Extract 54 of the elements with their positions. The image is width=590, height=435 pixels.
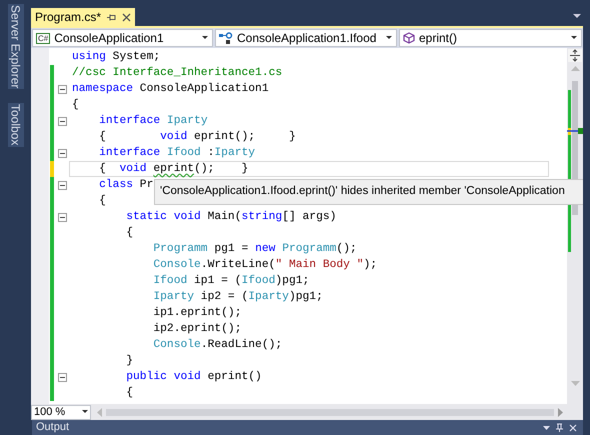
side-tab[interactable]: Toolbox bbox=[8, 103, 24, 147]
code-line: static void Main(string[] args) bbox=[125, 210, 338, 225]
code-line: using System; bbox=[71, 50, 162, 65]
dropdown-icon[interactable] bbox=[543, 426, 550, 430]
code-line: Console.ReadLine(); bbox=[152, 338, 284, 353]
code-line: ip2.eprint(); bbox=[152, 322, 242, 337]
caret-icon bbox=[571, 36, 577, 40]
dropdown-value: eprint() bbox=[419, 32, 458, 44]
navigation-dropdown[interactable]: C# ConsoleApplication1 bbox=[32, 29, 213, 47]
caret-icon bbox=[82, 410, 88, 414]
code-line: public void eprint() bbox=[125, 370, 263, 385]
navigation-dropdown[interactable]: ConsoleApplication1.Ifood bbox=[215, 29, 397, 47]
code-line: { void eprint(); } bbox=[98, 130, 297, 145]
code-line: { bbox=[98, 194, 107, 209]
panel-title: Output bbox=[36, 421, 70, 434]
code-line: } bbox=[125, 354, 134, 369]
collapse-icon[interactable] bbox=[58, 372, 66, 382]
code-line: class Pr bbox=[98, 178, 154, 193]
close-icon[interactable] bbox=[122, 12, 132, 22]
code-line: Console.WriteLine(" Main Body "); bbox=[152, 258, 378, 273]
document-tab[interactable]: Program.cs* bbox=[31, 8, 136, 26]
collapse-icon[interactable] bbox=[58, 212, 66, 222]
code-line: Ifood ip1 = (Ifood)pg1; bbox=[152, 274, 310, 289]
code-line: interface Ifood :Iparty bbox=[98, 146, 256, 161]
dropdown-value: ConsoleApplication1 bbox=[54, 32, 165, 44]
code-line: Iparty ip2 = (Iparty)pg1; bbox=[152, 290, 324, 305]
collapse-icon[interactable] bbox=[58, 148, 66, 158]
navigation-dropdown[interactable]: eprint() bbox=[399, 29, 582, 47]
caret-icon bbox=[202, 36, 208, 40]
code-line: interface Iparty bbox=[98, 114, 209, 129]
code-line: { bbox=[125, 226, 134, 241]
cube-icon bbox=[403, 32, 415, 44]
horizontal-scroll-thumb[interactable] bbox=[106, 408, 554, 416]
code-line: ip1.eprint(); bbox=[152, 306, 242, 321]
collapse-icon[interactable] bbox=[58, 84, 66, 94]
collapse-icon[interactable] bbox=[58, 116, 66, 126]
split-icon[interactable] bbox=[568, 49, 582, 62]
csharp-file-icon: C# bbox=[36, 32, 50, 44]
code-line: { bbox=[125, 386, 134, 401]
code-line: Programm pg1 = new Programm(); bbox=[152, 242, 358, 257]
code-line: //csc Interface_Inheritance1.cs bbox=[71, 66, 284, 81]
dropdown-value: ConsoleApplication1.Ifood bbox=[237, 32, 378, 44]
collapse-icon[interactable] bbox=[58, 180, 66, 190]
tab-title: Program.cs* bbox=[35, 11, 102, 23]
code-line: namespace ConsoleApplication1 bbox=[71, 82, 270, 97]
caret-icon bbox=[386, 36, 392, 40]
zoom-value: 100 % bbox=[34, 406, 66, 418]
class-icon bbox=[219, 32, 233, 44]
pin-icon[interactable] bbox=[107, 12, 116, 22]
code-line: { bbox=[71, 98, 80, 113]
tooltip-text: 'ConsoleApplication1.Ifood.eprint()' hides inherited member 'ConsoleApplication bbox=[160, 184, 565, 200]
zoom-dropdown[interactable]: 100 % bbox=[31, 404, 91, 420]
side-tab[interactable]: Server Explorer bbox=[8, 4, 24, 90]
dropdown-icon[interactable] bbox=[573, 14, 581, 19]
